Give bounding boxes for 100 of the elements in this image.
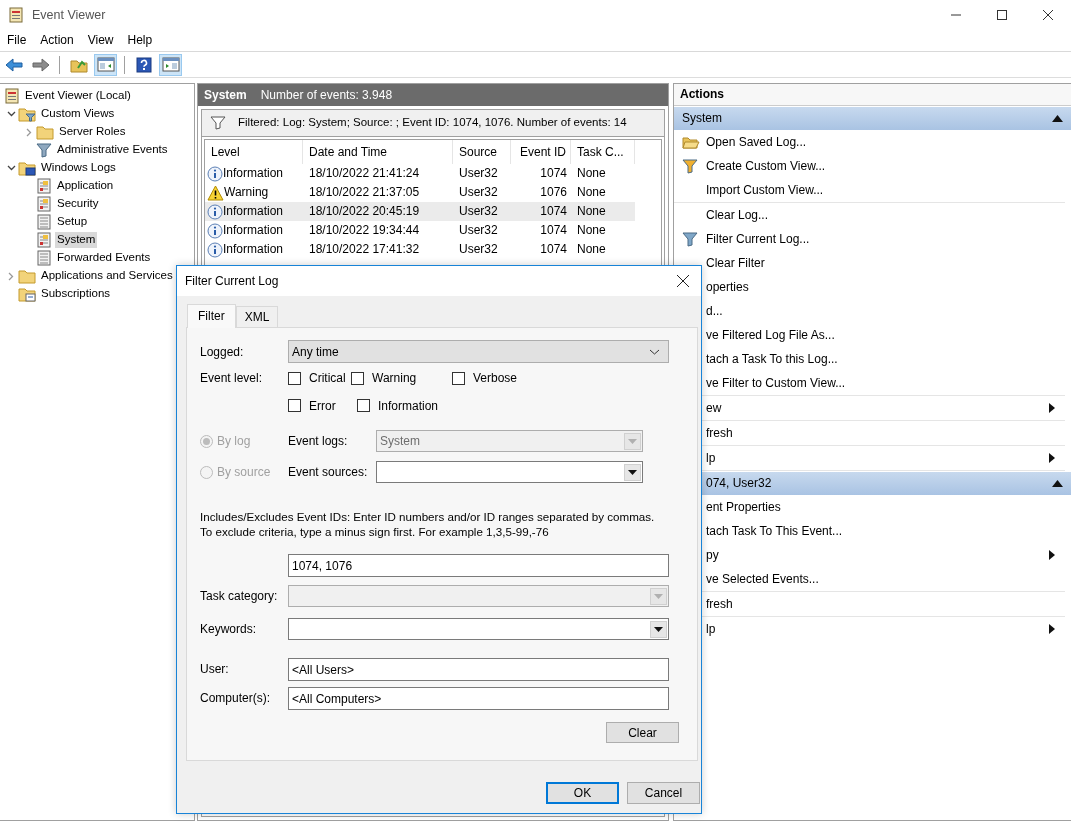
tree-item[interactable]: Administrative Events — [55, 142, 170, 158]
section-header[interactable]: System — [674, 107, 1071, 130]
folder-icon — [18, 106, 36, 122]
action-link[interactable]: fresh — [706, 425, 1055, 441]
logged-dropdown[interactable]: Any time — [288, 340, 669, 364]
action-link[interactable]: lp — [706, 450, 1049, 466]
dropdown-arrow-icon — [628, 438, 637, 444]
computers-field[interactable]: <All Computers> — [288, 687, 669, 711]
action-link[interactable]: ve Filter to Custom View... — [706, 375, 1055, 391]
info-icon — [207, 222, 223, 239]
table-row[interactable]: Information 18/10/2022 19:34:44 User32 1074 None — [205, 221, 635, 240]
field-label: Computer(s): — [200, 690, 271, 706]
close-icon — [1043, 10, 1053, 20]
table-row[interactable]: Information 18/10/2022 20:45:19 User32 1074 None — [205, 202, 635, 221]
menu-item[interactable]: Help — [120, 33, 160, 48]
dialog-button[interactable]: OK — [546, 782, 619, 805]
checkbox[interactable] — [351, 372, 364, 386]
table-cell: Warning — [224, 185, 269, 200]
event-viewer-icon — [4, 88, 20, 104]
table-cell-text: 1074 — [539, 223, 568, 238]
funnel-icon — [682, 231, 698, 247]
action-link[interactable]: py — [706, 547, 1049, 563]
dropdown-field[interactable] — [288, 618, 669, 641]
tab[interactable]: Filter — [187, 304, 236, 329]
checkbox[interactable] — [288, 372, 301, 386]
warning-icon — [207, 184, 224, 201]
user-field[interactable]: <All Users> — [288, 658, 669, 682]
tree-item[interactable]: Security — [55, 196, 101, 212]
checkbox[interactable] — [357, 399, 370, 413]
table-cell-text: None — [576, 223, 607, 238]
window-title: Event Viewer — [32, 7, 106, 23]
column-header[interactable]: Source — [453, 140, 511, 164]
dialog-button[interactable]: Cancel — [627, 782, 700, 805]
tree-item[interactable]: Forwarded Events — [55, 250, 153, 266]
action-link[interactable]: ent Properties — [706, 499, 1055, 515]
checkbox-label[interactable]: Critical — [309, 371, 346, 386]
folder-icon — [18, 268, 36, 284]
action-link[interactable]: Filter Current Log... — [706, 231, 1055, 247]
folder-icon — [36, 124, 54, 140]
log-icon — [36, 178, 52, 194]
event-ids-field[interactable]: 1074, 1076 — [288, 554, 669, 578]
action-link[interactable]: d... — [706, 303, 1055, 319]
checkbox[interactable] — [288, 399, 301, 413]
dropdown-arrow-icon — [654, 593, 663, 599]
back-arrow-icon — [4, 57, 23, 72]
column-header[interactable]: Level — [205, 140, 303, 164]
checkbox[interactable] — [452, 372, 465, 386]
checkbox-label[interactable]: Verbose — [473, 371, 518, 386]
tree-item[interactable]: Custom Views — [39, 106, 117, 122]
action-link[interactable]: Clear Log... — [706, 207, 1055, 223]
field-label: Event sources: — [288, 464, 369, 480]
tree-item[interactable]: Application — [55, 178, 116, 194]
table-row[interactable]: Information 18/10/2022 21:41:24 User32 1074 None — [205, 164, 635, 183]
log-icon — [36, 232, 52, 248]
table-cell-text: None — [576, 204, 607, 219]
tree-item[interactable]: Windows Logs — [39, 160, 118, 176]
checkbox-label[interactable]: Information — [378, 398, 439, 414]
menu-item[interactable]: View — [80, 33, 121, 48]
table-row[interactable]: Information 18/10/2022 17:41:32 User32 1074 None — [205, 240, 635, 259]
action-link[interactable]: Import Custom View... — [706, 182, 1055, 198]
tree-item[interactable]: Applications and Services — [39, 268, 175, 284]
column-header[interactable]: Event ID — [511, 140, 571, 164]
tab[interactable]: XML — [235, 306, 279, 328]
dropdown-arrow-icon — [654, 626, 663, 632]
action-link[interactable]: operties — [706, 279, 1055, 295]
action-link[interactable]: Clear Filter — [706, 255, 1055, 271]
clear-button[interactable]: Clear — [606, 722, 679, 744]
action-link[interactable]: lp — [706, 621, 1049, 637]
action-link[interactable]: ve Filtered Log File As... — [706, 327, 1055, 343]
tree-item[interactable]: Server Roles — [57, 124, 128, 140]
action-link[interactable]: tach a Task To this Log... — [706, 351, 1055, 367]
field-label: User: — [200, 661, 230, 677]
table-cell-text: 18/10/2022 21:41:24 — [308, 166, 421, 181]
table-cell-text: 18/10/2022 20:45:19 — [308, 204, 421, 219]
tree-item[interactable]: Setup — [55, 214, 90, 230]
action-link[interactable]: ve Selected Events... — [706, 571, 1055, 587]
action-link[interactable]: Create Custom View... — [706, 158, 1055, 174]
action-link[interactable]: fresh — [706, 596, 1055, 612]
log-title: System — [204, 87, 247, 103]
column-header[interactable]: Task C... — [571, 140, 635, 164]
pane-icon — [96, 57, 115, 72]
column-header[interactable]: Date and Time — [303, 140, 453, 164]
checkbox-label[interactable]: Error — [309, 398, 336, 414]
log-icon — [36, 250, 52, 266]
info-icon — [207, 203, 223, 220]
table-cell: Information — [223, 223, 284, 238]
action-link[interactable]: tach Task To This Event... — [706, 523, 1055, 539]
table-row[interactable]: Warning 18/10/2022 21:37:05 User32 1076 None — [205, 183, 635, 202]
menu-item[interactable]: Action — [33, 33, 81, 48]
table-cell: Information — [223, 204, 284, 219]
action-link[interactable]: Open Saved Log... — [706, 134, 1055, 150]
checkbox-label[interactable]: Warning — [372, 371, 417, 386]
log-icon — [36, 214, 52, 230]
menu-item[interactable]: File — [0, 33, 34, 48]
tree-item[interactable]: Event Viewer (Local) — [23, 88, 133, 104]
tree-item[interactable]: Subscriptions — [39, 286, 113, 302]
forward-arrow-icon — [31, 57, 50, 72]
folder-icon — [18, 286, 36, 302]
tree-item[interactable]: System — [55, 232, 98, 248]
action-link[interactable]: ew — [706, 400, 1049, 416]
